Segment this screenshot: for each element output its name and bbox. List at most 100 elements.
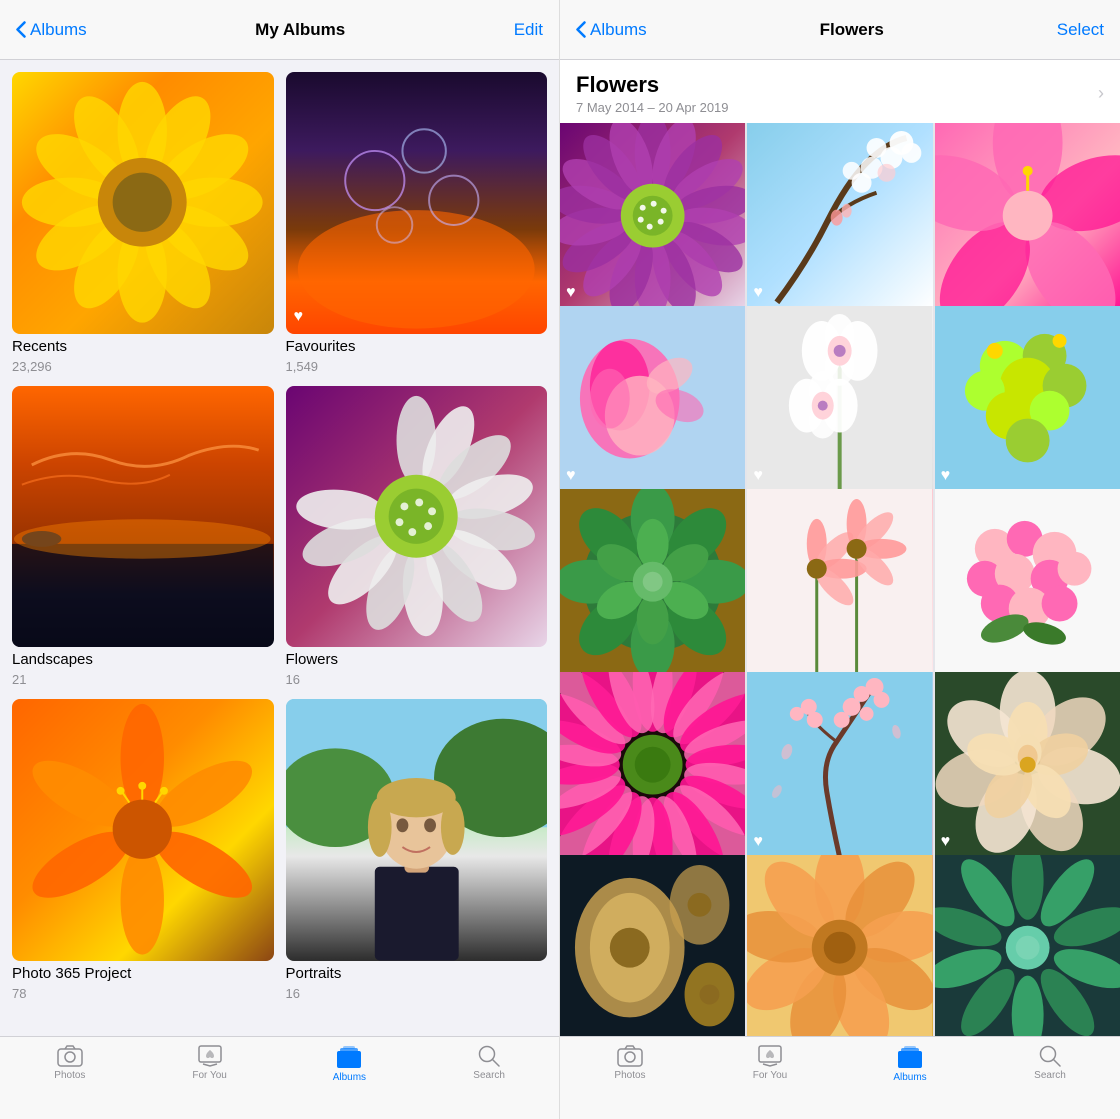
left-tab-for-you-label: For You [192, 1070, 226, 1081]
photo-6[interactable]: ♥ [935, 306, 1120, 491]
right-tab-search[interactable]: Search [980, 1045, 1120, 1081]
right-nav-bar: Albums Flowers Select [560, 0, 1120, 60]
right-tab-bar: Photos For You Albums Search [560, 1036, 1120, 1119]
photo-1[interactable]: ♥ [560, 123, 745, 308]
album-favourites-thumb[interactable]: ♥ [286, 72, 548, 334]
right-tab-albums-label: Albums [893, 1072, 926, 1083]
photo-7-svg [560, 489, 745, 674]
left-nav-bar: Albums My Albums Edit [0, 0, 559, 60]
left-back-label: Albums [30, 20, 87, 40]
photo-4[interactable]: ♥ [560, 306, 745, 491]
photos-tab-icon [57, 1045, 83, 1067]
left-back-button[interactable]: Albums [16, 20, 87, 40]
photo-12-svg [935, 672, 1120, 857]
search-tab-icon [478, 1045, 500, 1067]
right-tab-photos[interactable]: Photos [560, 1045, 700, 1081]
portraits-svg [286, 699, 548, 961]
flowers-thumb-svg [286, 386, 548, 648]
photo-4-svg [560, 306, 745, 491]
left-tab-albums[interactable]: Albums [280, 1045, 420, 1083]
right-tab-albums[interactable]: Albums [840, 1045, 980, 1083]
chevron-left-icon [16, 21, 26, 38]
flowers-header-title: Flowers [576, 72, 729, 98]
album-photo365[interactable]: Photo 365 Project 78 [12, 699, 274, 1001]
left-panel: Albums My Albums Edit [0, 0, 560, 1119]
photo-14-svg [747, 855, 932, 1036]
recents-flower-svg [12, 72, 274, 334]
album-landscapes-thumb[interactable] [12, 386, 274, 648]
album-landscapes-name: Landscapes [12, 651, 274, 668]
favourites-bubbles-svg [286, 72, 548, 334]
left-tab-for-you[interactable]: For You [140, 1045, 280, 1081]
flowers-header-date: 7 May 2014 – 20 Apr 2019 [576, 100, 729, 115]
photo-5-heart: ♥ [753, 467, 763, 485]
album-favourites[interactable]: ♥ Favourites 1,549 [286, 72, 548, 374]
album-flowers-thumb[interactable] [286, 386, 548, 648]
photo-15-svg [935, 855, 1120, 1036]
album-portraits-name: Portraits [286, 965, 548, 982]
album-portraits[interactable]: Portraits 16 [286, 699, 548, 1001]
photo-8-svg [747, 489, 932, 674]
photo-9[interactable] [935, 489, 1120, 674]
photo-12-heart: ♥ [941, 833, 951, 851]
right-chevron-left-icon [576, 21, 586, 38]
photo-11[interactable]: ♥ [747, 672, 932, 857]
left-tab-search-label: Search [473, 1070, 505, 1081]
album-portraits-thumb[interactable] [286, 699, 548, 961]
flowers-photos-grid: ♥ ♥ [560, 123, 1120, 1036]
left-tab-bar: Photos For You Albums Search [0, 1036, 559, 1119]
photo-6-svg [935, 306, 1120, 491]
photo-7[interactable] [560, 489, 745, 674]
album-flowers-count: 16 [286, 672, 548, 687]
right-tab-photos-label: Photos [614, 1070, 645, 1081]
albums-grid: Recents 23,296 ♥ Favourites 1,549 [0, 60, 559, 1036]
albums-tab-icon-active [336, 1045, 362, 1069]
right-back-button[interactable]: Albums [576, 20, 647, 40]
photo-8[interactable] [747, 489, 932, 674]
photo-2[interactable]: ♥ [747, 123, 932, 308]
photo-13[interactable] [560, 855, 745, 1036]
photo-12[interactable]: ♥ [935, 672, 1120, 857]
landscapes-svg [12, 386, 274, 648]
album-recents-thumb[interactable] [12, 72, 274, 334]
album-flowers[interactable]: Flowers 16 [286, 386, 548, 688]
photo-6-heart: ♥ [941, 467, 951, 485]
flowers-header-chevron[interactable]: › [1098, 83, 1104, 104]
photo-11-heart: ♥ [753, 833, 763, 851]
album-landscapes[interactable]: Landscapes 21 [12, 386, 274, 688]
photo-11-svg [747, 672, 932, 857]
photo-4-heart: ♥ [566, 467, 576, 485]
photo-3-svg [935, 123, 1120, 308]
photo-10[interactable] [560, 672, 745, 857]
right-tab-search-label: Search [1034, 1070, 1066, 1081]
album-favourites-count: 1,549 [286, 359, 548, 374]
photo-1-heart: ♥ [566, 284, 576, 302]
right-tab-for-you[interactable]: For You [700, 1045, 840, 1081]
left-nav-title: My Albums [255, 20, 345, 40]
left-tab-photos-label: Photos [54, 1070, 85, 1081]
album-recents[interactable]: Recents 23,296 [12, 72, 274, 374]
left-edit-button[interactable]: Edit [514, 20, 543, 40]
album-photo365-name: Photo 365 Project [12, 965, 274, 982]
right-select-button[interactable]: Select [1057, 20, 1104, 40]
right-search-tab-icon [1039, 1045, 1061, 1067]
photo-13-svg [560, 855, 745, 1036]
left-tab-photos[interactable]: Photos [0, 1045, 140, 1081]
flowers-header: Flowers 7 May 2014 – 20 Apr 2019 › [560, 60, 1120, 123]
photo-9-svg [935, 489, 1120, 674]
right-tab-for-you-label: For You [753, 1070, 787, 1081]
photo-5[interactable]: ♥ [747, 306, 932, 491]
right-for-you-tab-icon [758, 1045, 782, 1067]
album-photo365-count: 78 [12, 986, 274, 1001]
photo-1-svg [560, 123, 745, 308]
photo-15[interactable] [935, 855, 1120, 1036]
photo-10-svg [560, 672, 745, 857]
album-recents-count: 23,296 [12, 359, 274, 374]
photo-3[interactable] [935, 123, 1120, 308]
right-albums-tab-icon-active [897, 1045, 923, 1069]
photo-14[interactable] [747, 855, 932, 1036]
album-photo365-thumb[interactable] [12, 699, 274, 961]
right-panel: Albums Flowers Select Flowers 7 May 2014… [560, 0, 1120, 1119]
album-landscapes-count: 21 [12, 672, 274, 687]
left-tab-search[interactable]: Search [419, 1045, 559, 1081]
